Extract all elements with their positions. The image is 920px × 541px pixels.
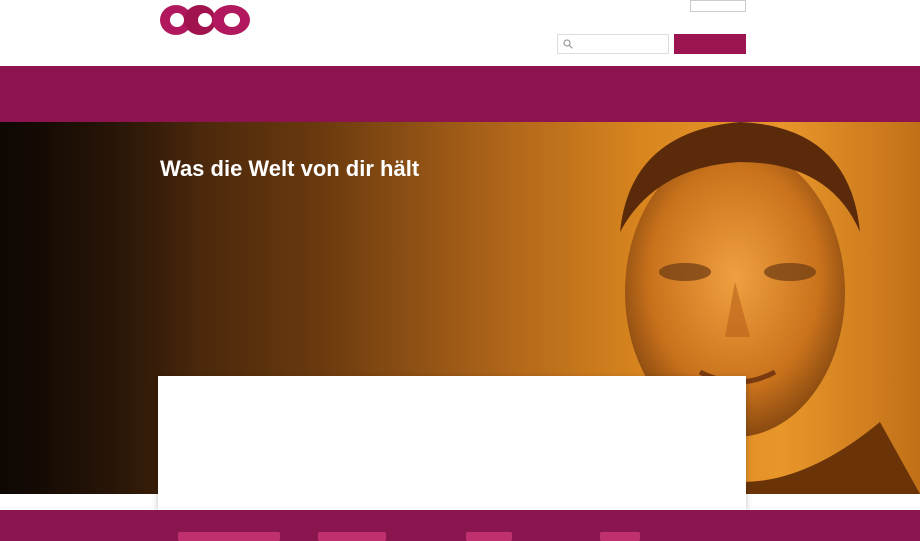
feature-card-2[interactable] [372, 376, 552, 510]
page: Was die Welt von dir hält [0, 0, 920, 541]
band-item-3[interactable] [466, 532, 512, 541]
band-item-1[interactable] [178, 532, 280, 541]
feature-card-1[interactable] [178, 376, 358, 510]
search-button[interactable] [674, 34, 746, 54]
site-logo[interactable] [158, 3, 252, 59]
search-input[interactable] [557, 34, 669, 54]
band-item-4[interactable] [600, 532, 640, 541]
top-links [410, 3, 464, 15]
band-item-2[interactable] [318, 532, 386, 541]
logo-rings-icon [158, 3, 252, 37]
site-header [0, 0, 920, 66]
bottom-band [0, 510, 920, 541]
search-icon [563, 39, 573, 49]
feature-cards [158, 376, 746, 510]
hero-title: Was die Welt von dir hält [160, 156, 420, 181]
main-nav [0, 66, 920, 122]
language-select[interactable] [690, 0, 746, 12]
